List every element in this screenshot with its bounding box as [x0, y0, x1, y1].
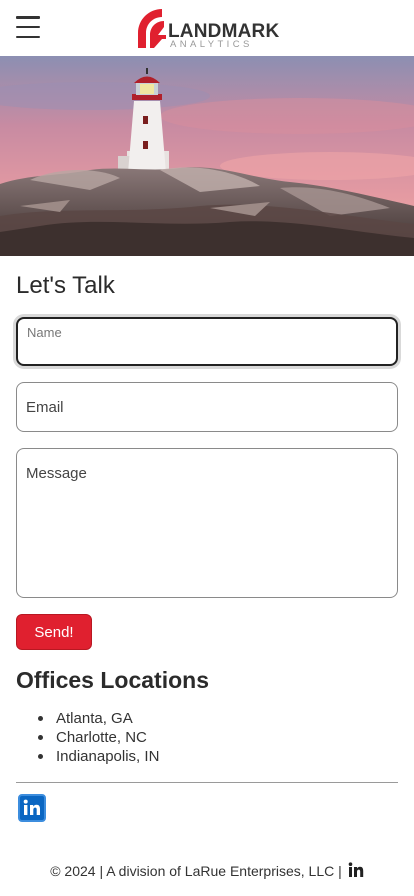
menu-bar [16, 35, 40, 38]
name-field[interactable]: Name [16, 317, 398, 366]
email-field[interactable]: Email [16, 382, 398, 432]
offices-title: Offices Locations [16, 667, 209, 693]
menu-bar [16, 25, 40, 29]
linkedin-icon[interactable] [18, 794, 46, 822]
logo-subtext: ANALYTICS [170, 39, 253, 50]
divider [16, 782, 398, 783]
site-header: LANDMARK ANALYTICS [0, 0, 414, 56]
hero-image [0, 56, 414, 256]
list-item: Indianapolis, IN [16, 747, 159, 766]
list-item: Charlotte, NC [16, 728, 159, 747]
message-field[interactable]: Message [16, 448, 398, 598]
send-button[interactable]: Send! [16, 614, 92, 650]
email-label: Email [26, 399, 64, 416]
footer: © 2024 | A division of LaRue Enterprises… [16, 862, 398, 881]
logo[interactable]: LANDMARK ANALYTICS [136, 7, 280, 51]
page-title: Let's Talk [16, 272, 115, 299]
name-label: Name [27, 325, 62, 340]
list-item: Atlanta, GA [16, 709, 159, 728]
message-label: Message [26, 465, 87, 482]
menu-bar [16, 16, 40, 19]
offices-list: Atlanta, GA Charlotte, NC Indianapolis, … [16, 709, 159, 766]
linkedin-footer-icon[interactable] [348, 862, 364, 881]
footer-text: © 2024 | A division of LaRue Enterprises… [50, 863, 342, 879]
hamburger-menu-icon[interactable] [16, 16, 40, 38]
